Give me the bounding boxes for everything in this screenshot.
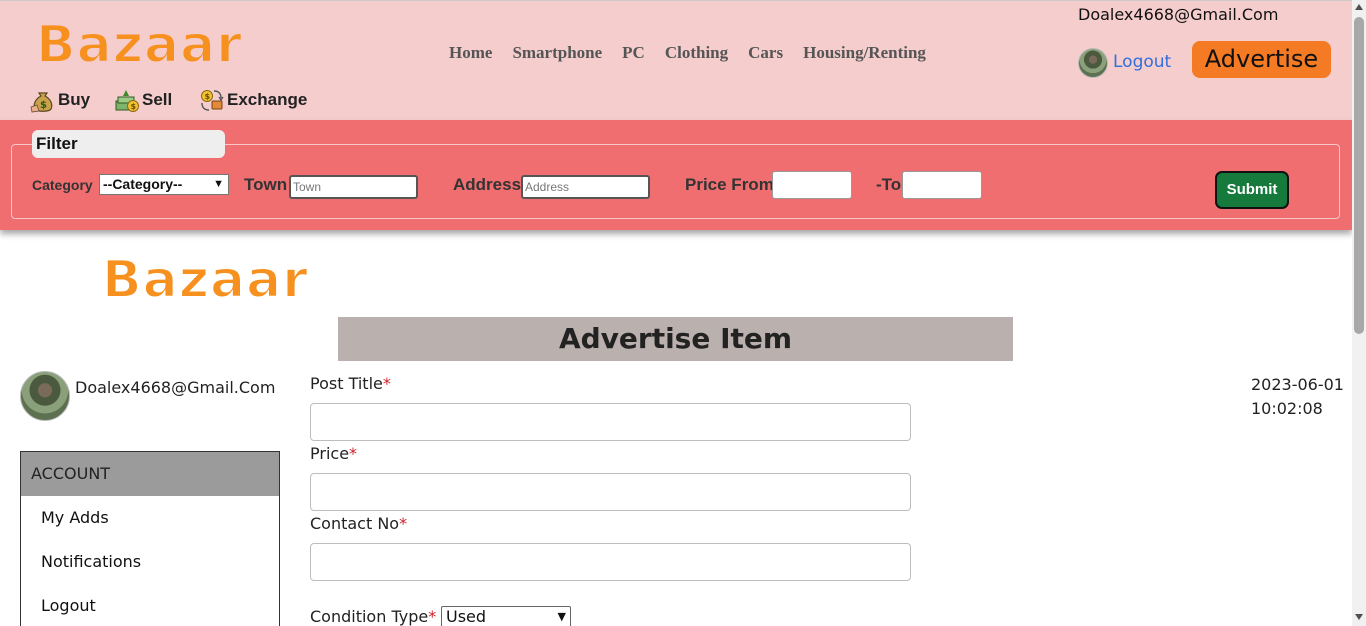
sell-action[interactable]: $ Sell — [114, 87, 172, 113]
header-avatar — [1078, 48, 1108, 78]
current-date: 2023-06-01 — [1251, 375, 1344, 394]
account-item-logout[interactable]: Logout — [21, 584, 279, 626]
filter-submit-button[interactable]: Submit — [1215, 171, 1289, 209]
category-select[interactable]: --Category-- ▼ — [99, 174, 229, 195]
price-input[interactable] — [310, 473, 911, 511]
exchange-label: Exchange — [227, 90, 308, 109]
condition-label: Condition Type* — [310, 607, 436, 626]
current-datetime: 2023-06-01 10:02:08 — [1251, 373, 1344, 421]
address-input[interactable]: Address — [521, 175, 650, 199]
svg-text:$: $ — [131, 102, 137, 111]
required-mark: * — [399, 514, 408, 533]
address-label: Address — [453, 175, 522, 194]
advertise-button[interactable]: Advertise — [1192, 41, 1331, 78]
nav-pc[interactable]: PC — [622, 43, 645, 63]
condition-select[interactable]: Used ▼ — [441, 606, 571, 626]
price-from-input[interactable] — [772, 171, 852, 199]
page-title: Advertise Item — [338, 317, 1013, 361]
scroll-thumb[interactable] — [1354, 17, 1364, 334]
page-scrollbar[interactable] — [1352, 0, 1366, 626]
exchange-action[interactable]: $ Exchange — [199, 87, 307, 113]
nav-clothing[interactable]: Clothing — [665, 43, 728, 63]
scroll-up-arrow-icon[interactable] — [1355, 4, 1363, 10]
contact-input[interactable] — [310, 543, 911, 581]
scroll-down-arrow-icon[interactable] — [1355, 614, 1363, 620]
post-title-label-text: Post Title — [310, 374, 383, 393]
filter-legend: Filter — [32, 130, 225, 158]
price-from-label: Price From — [685, 175, 774, 194]
svg-text:$: $ — [205, 92, 211, 101]
nav-home[interactable]: Home — [449, 43, 492, 63]
chevron-down-icon: ▼ — [213, 178, 224, 190]
account-menu-heading: ACCOUNT — [21, 452, 279, 496]
site-header: Bazaar Doalex4668@Gmail.Com Home Smartph… — [0, 0, 1352, 120]
profile-avatar — [20, 371, 70, 421]
svg-text:$: $ — [40, 100, 47, 111]
sell-label: Sell — [142, 90, 173, 109]
account-item-notifications[interactable]: Notifications — [21, 540, 279, 584]
required-mark: * — [382, 374, 391, 393]
account-item-my-adds[interactable]: My Adds — [21, 496, 279, 540]
chevron-down-icon: ▼ — [557, 610, 566, 623]
money-bag-icon: $ — [30, 92, 53, 113]
nav-housing-renting[interactable]: Housing/Renting — [803, 43, 926, 63]
money-stack-icon: $ — [115, 90, 139, 112]
buy-action[interactable]: $ Buy — [30, 87, 90, 113]
category-label: Category — [32, 177, 93, 193]
town-input[interactable]: Town — [289, 175, 418, 199]
header-logout-link[interactable]: Logout — [1113, 52, 1171, 72]
current-time: 10:02:08 — [1251, 399, 1323, 418]
filter-bar: Filter Category --Category-- ▼ Town Town… — [0, 120, 1352, 230]
site-logo[interactable]: Bazaar — [35, 14, 243, 76]
required-mark: * — [349, 444, 358, 463]
price-to-label: -To — [876, 175, 902, 194]
price-to-input[interactable] — [902, 171, 982, 199]
account-menu: ACCOUNT My Adds Notifications Logout — [20, 451, 280, 626]
contact-label: Contact No* — [310, 514, 407, 533]
buy-label: Buy — [58, 90, 91, 109]
nav-smartphone[interactable]: Smartphone — [512, 43, 602, 63]
contact-label-text: Contact No — [310, 514, 400, 533]
category-select-value: --Category-- — [103, 176, 183, 192]
main-nav: Home Smartphone PC Clothing Cars Housing… — [449, 43, 946, 63]
price-label-text: Price — [310, 444, 350, 463]
price-label: Price* — [310, 444, 357, 463]
required-mark: * — [428, 607, 437, 626]
condition-label-text: Condition Type — [310, 607, 429, 626]
profile-email: Doalex4668@Gmail.Com — [75, 378, 276, 397]
content-logo: Bazaar — [101, 249, 309, 311]
post-title-input[interactable] — [310, 403, 911, 441]
town-label: Town — [244, 175, 288, 194]
nav-cars[interactable]: Cars — [748, 43, 783, 63]
exchange-icon: $ — [201, 90, 224, 111]
post-title-label: Post Title* — [310, 374, 391, 393]
condition-select-value: Used — [446, 607, 487, 626]
header-user-email: Doalex4668@Gmail.Com — [1078, 5, 1279, 24]
